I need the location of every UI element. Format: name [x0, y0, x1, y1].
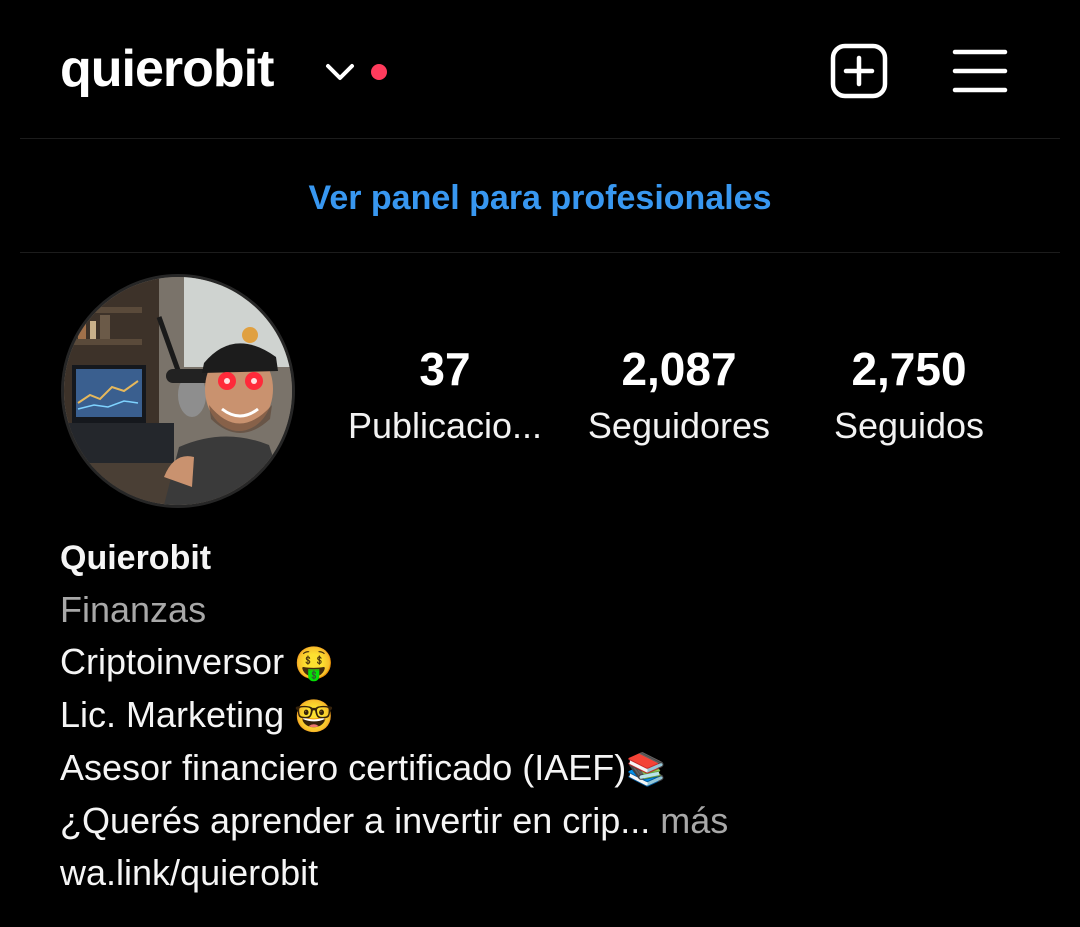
posts-count: 37 — [419, 343, 471, 395]
followers-label: Seguidores — [587, 405, 771, 446]
bio-line-text: Asesor financiero certificado (IAEF) — [60, 747, 627, 788]
notification-dot — [371, 64, 387, 80]
posts-stat[interactable]: 37 Publicacio... — [330, 340, 560, 454]
plus-square-icon[interactable] — [830, 43, 888, 99]
hamburger-menu-icon[interactable] — [952, 48, 1008, 94]
followers-count: 2,087 — [621, 343, 737, 395]
books-emoji-icon: 📚 — [626, 751, 667, 787]
profile-bio: Quierobit Finanzas Criptoinversor 🤑 Lic.… — [60, 532, 1040, 899]
followers-stat[interactable]: 2,087 Seguidores — [564, 340, 794, 454]
bio-line-text: Criptoinversor — [60, 641, 295, 682]
bio-line-text: Lic. Marketing — [60, 694, 295, 735]
avatar[interactable] — [61, 274, 295, 508]
more-link[interactable]: más — [650, 800, 728, 841]
username-title[interactable]: quierobit — [60, 36, 274, 102]
professional-dashboard-link[interactable]: Ver panel para profesionales — [0, 176, 1080, 220]
nerd-face-emoji-icon: 🤓 — [294, 698, 334, 734]
category-label: Finanzas — [60, 589, 207, 630]
profile-header: quierobit — [0, 0, 1080, 138]
header-divider — [20, 138, 1060, 139]
bio-line-1: Criptoinversor 🤑 — [60, 636, 1040, 689]
profile-photo — [64, 277, 292, 505]
display-name: Quierobit — [60, 539, 212, 577]
profile-stats: 37 Publicacio... 2,087 Seguidores 2,750 … — [330, 340, 1050, 460]
bio-website-link[interactable]: wa.link/quierobit — [60, 847, 1040, 899]
dashboard-divider — [20, 252, 1060, 253]
following-count: 2,750 — [851, 343, 967, 395]
bio-line-3: Asesor financiero certificado (IAEF)📚 — [60, 742, 1040, 795]
bio-teaser: ¿Querés aprender a invertir en crip... — [60, 800, 651, 841]
chevron-down-icon[interactable] — [322, 58, 358, 86]
following-stat[interactable]: 2,750 Seguidos — [794, 340, 1024, 454]
following-label: Seguidos — [833, 405, 985, 446]
money-mouth-emoji-icon: 🤑 — [294, 645, 334, 681]
bio-line-2: Lic. Marketing 🤓 — [60, 689, 1040, 742]
bio-line-4: ¿Querés aprender a invertir en crip... m… — [60, 795, 1040, 847]
posts-label: Publicacio... — [347, 405, 543, 446]
